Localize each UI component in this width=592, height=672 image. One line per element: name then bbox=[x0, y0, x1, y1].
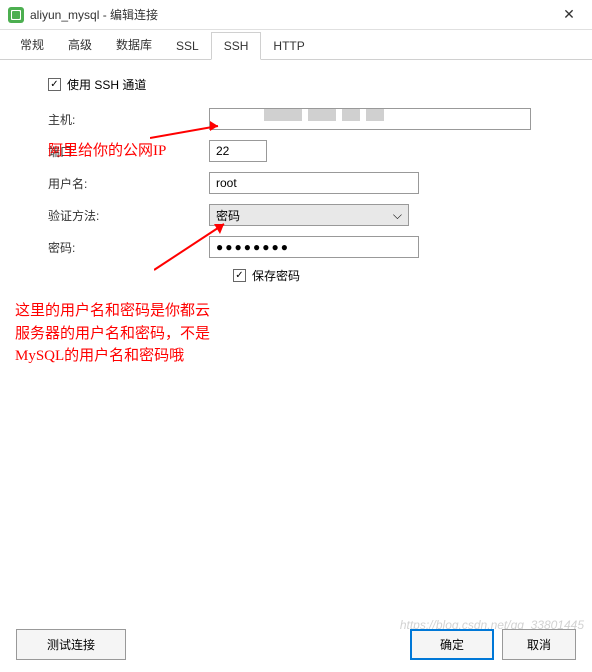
arrow-icon-2 bbox=[154, 194, 234, 274]
host-row: 主机: bbox=[24, 107, 568, 131]
tabs-bar: 常规 高级 数据库 SSL SSH HTTP bbox=[0, 30, 592, 60]
ok-button[interactable]: 确定 bbox=[410, 629, 494, 660]
pwd-input[interactable] bbox=[209, 236, 419, 258]
tab-ssl[interactable]: SSL bbox=[164, 33, 211, 59]
form-area: ✓ 使用 SSH 通道 主机: 端口: 用户名: 验证方法: 密码 ⌵ 密码: … bbox=[0, 60, 592, 300]
save-pwd-row: ✓ 保存密码 bbox=[233, 267, 568, 284]
window-title: aliyun_mysql - 编辑连接 bbox=[30, 6, 554, 23]
use-ssh-label: 使用 SSH 通道 bbox=[67, 76, 146, 93]
auth-select[interactable]: 密码 ⌵ bbox=[209, 204, 409, 226]
tab-database[interactable]: 数据库 bbox=[104, 30, 164, 59]
use-ssh-row: ✓ 使用 SSH 通道 bbox=[48, 76, 568, 93]
annotation-ip: 阿里给你的公网IP bbox=[48, 140, 166, 163]
titlebar: aliyun_mysql - 编辑连接 ✕ bbox=[0, 0, 592, 30]
tab-advanced[interactable]: 高级 bbox=[56, 30, 104, 59]
auth-row: 验证方法: 密码 ⌵ bbox=[24, 203, 568, 227]
app-icon bbox=[8, 7, 24, 23]
user-label: 用户名: bbox=[24, 175, 209, 192]
save-pwd-checkbox[interactable]: ✓ bbox=[233, 269, 246, 282]
pwd-row: 密码: bbox=[24, 235, 568, 259]
host-blurred-content bbox=[264, 109, 384, 125]
cancel-button[interactable]: 取消 bbox=[502, 629, 576, 660]
chevron-down-icon: ⌵ bbox=[393, 208, 402, 223]
tab-http[interactable]: HTTP bbox=[261, 33, 316, 59]
user-input[interactable] bbox=[209, 172, 419, 194]
save-pwd-label: 保存密码 bbox=[252, 267, 300, 284]
test-connection-button[interactable]: 测试连接 bbox=[16, 629, 126, 660]
arrow-icon-1 bbox=[150, 118, 230, 142]
tab-general[interactable]: 常规 bbox=[8, 30, 56, 59]
annotation-credentials: 这里的用户名和密码是你都云服务器的用户名和密码，不是MySQL的用户名和密码哦 bbox=[15, 300, 215, 368]
tab-ssh[interactable]: SSH bbox=[211, 32, 262, 60]
user-row: 用户名: bbox=[24, 171, 568, 195]
close-button[interactable]: ✕ bbox=[554, 0, 584, 30]
port-input[interactable] bbox=[209, 140, 267, 162]
use-ssh-checkbox[interactable]: ✓ bbox=[48, 78, 61, 91]
footer: 测试连接 确定 取消 bbox=[0, 629, 592, 660]
